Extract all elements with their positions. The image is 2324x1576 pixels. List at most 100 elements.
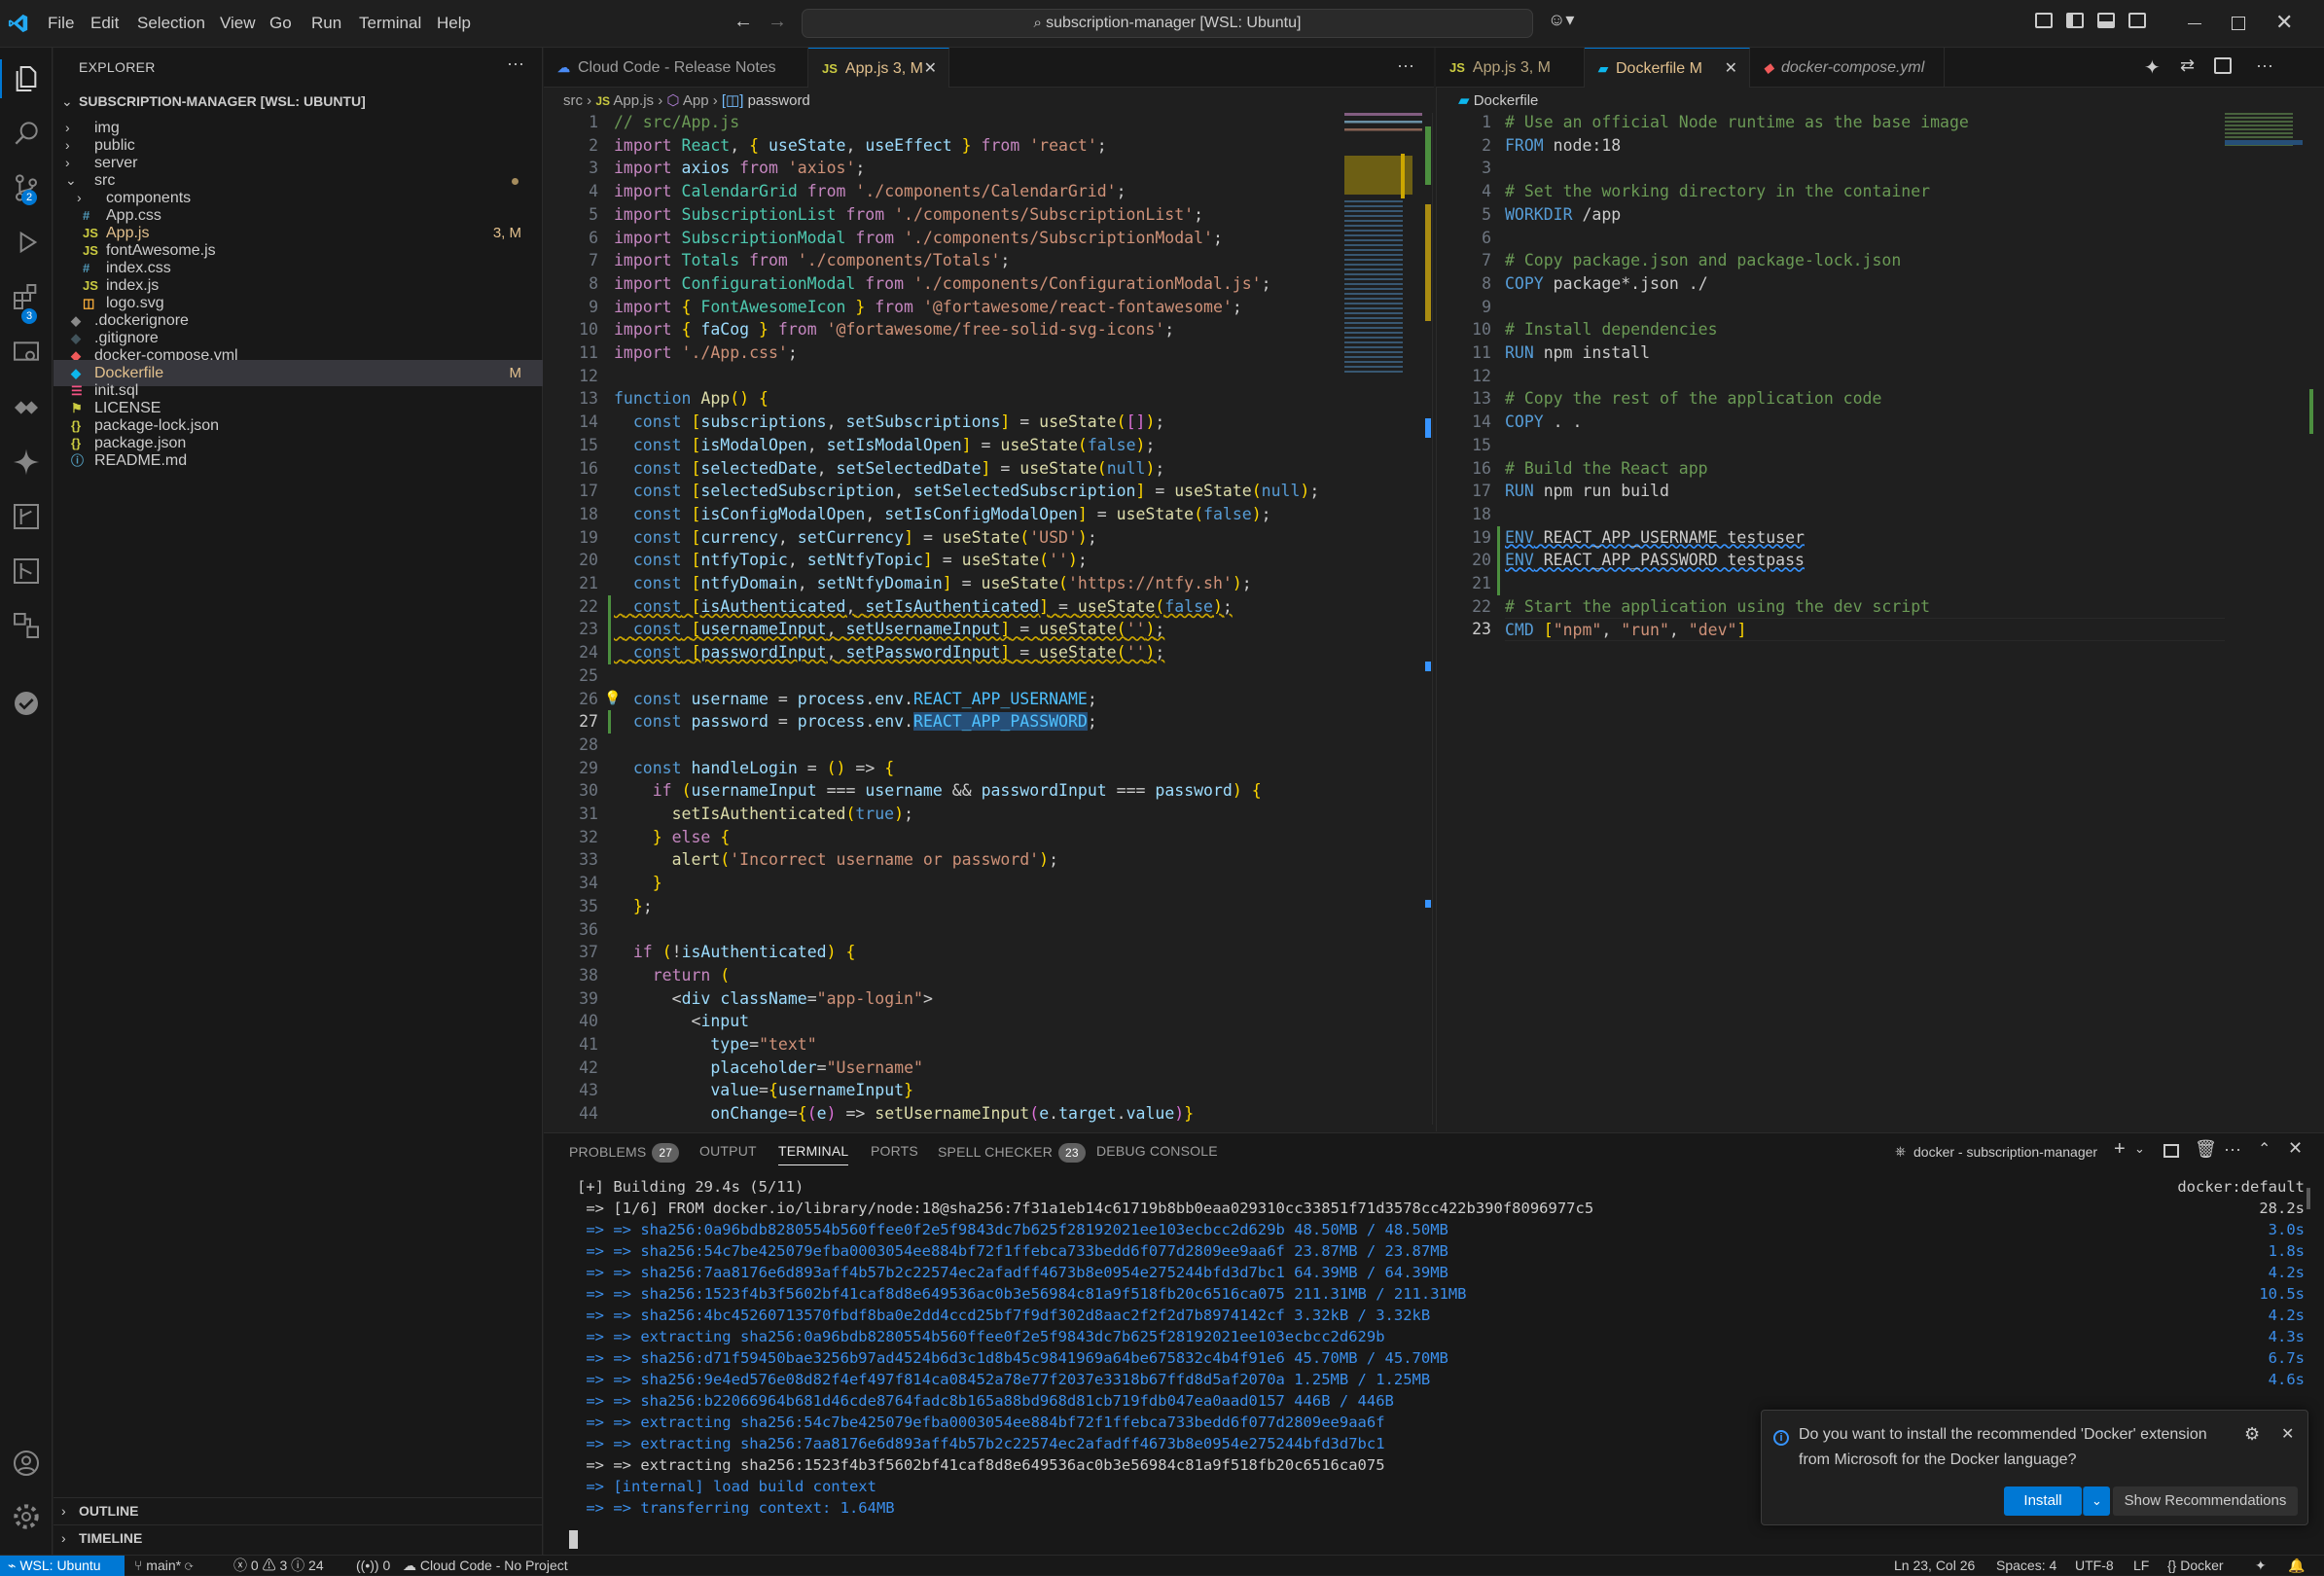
lightbulb-icon[interactable]: 💡 [604, 688, 621, 711]
minimize-icon[interactable] [2188, 23, 2201, 24]
menu-go[interactable]: Go [269, 14, 292, 33]
ports-status[interactable]: ((•)) 0 [356, 1556, 390, 1576]
breadcrumb-item[interactable]: App.js [613, 92, 654, 109]
dockerfile-editor[interactable]: ▰ Dockerfile 1 # Use an official Node run… [1436, 88, 2324, 1131]
code-line[interactable]: # Copy the rest of the application code [1505, 387, 1881, 411]
breadcrumb-item[interactable]: App [683, 92, 709, 109]
code-line[interactable]: import React, { useState, useEffect } fr… [614, 134, 1107, 158]
minimap[interactable] [2225, 113, 2312, 1125]
docker-icon[interactable] [11, 392, 42, 423]
code-line[interactable]: import { FontAwesomeIcon } from '@fortaw… [614, 296, 1242, 319]
code-line[interactable]: } else { [614, 826, 731, 849]
code-line[interactable]: import ConfigurationModal from './compon… [614, 272, 1271, 296]
testing-icon[interactable] [11, 688, 42, 719]
code-area[interactable]: 1 # Use an official Node runtime as the b… [1437, 111, 2225, 1128]
code-line[interactable]: FROM node:18 [1505, 134, 1621, 158]
code-line[interactable]: import axios from 'axios'; [614, 157, 865, 180]
code-line[interactable]: if (usernameInput === username && passwo… [614, 779, 1262, 803]
code-line[interactable]: if (!isAuthenticated) { [614, 941, 856, 964]
branch-status[interactable]: ⑂ main* ⟳ [134, 1556, 193, 1576]
outline-section[interactable]: › OUTLINE [54, 1497, 543, 1523]
language-mode[interactable]: {} Docker [2167, 1556, 2224, 1576]
code-line[interactable]: <div className="app-login"> [614, 987, 933, 1011]
code-line[interactable]: RUN npm run build [1505, 480, 1669, 503]
workspace-root[interactable]: ⌄ SUBSCRIPTION-MANAGER [WSL: UBUNTU] [54, 89, 543, 115]
install-options-button[interactable]: ⌄ [2083, 1486, 2110, 1516]
code-line[interactable]: const username = process.env.REACT_APP_U… [614, 688, 1097, 711]
code-line[interactable]: # Set the working directory in the conta… [1505, 180, 1930, 203]
git-lens-icon[interactable] [11, 555, 42, 587]
command-center[interactable]: ⌕ subscription-manager [WSL: Ubuntu] [802, 9, 1533, 38]
code-line[interactable]: const [usernameInput, setUsernameInput] … [614, 618, 1164, 641]
encoding[interactable]: UTF-8 [2075, 1556, 2114, 1576]
code-line[interactable]: const [selectedDate, setSelectedDate] = … [614, 457, 1164, 481]
menu-view[interactable]: View [220, 14, 256, 33]
code-line[interactable]: import './App.css'; [614, 341, 798, 365]
copilot-icon[interactable]: ☺▾ [1548, 10, 1574, 30]
code-line[interactable]: }; [614, 895, 653, 918]
menu-run[interactable]: Run [311, 14, 341, 33]
code-line[interactable]: RUN npm install [1505, 341, 1650, 365]
code-line[interactable]: import SubscriptionList from './componen… [614, 203, 1203, 227]
code-line[interactable]: WORKDIR /app [1505, 203, 1621, 227]
minimap[interactable] [1344, 113, 1432, 1125]
account-icon[interactable] [11, 1448, 42, 1479]
remote-explorer-icon[interactable] [11, 338, 42, 369]
customize-layout-icon[interactable] [2035, 13, 2053, 28]
gemini-icon[interactable] [11, 447, 42, 478]
terminal-scrollbar[interactable] [2306, 1188, 2310, 1209]
code-line[interactable]: const [ntfyDomain, setNtfyDomain] = useS… [614, 572, 1252, 595]
breadcrumb-item[interactable]: password [748, 92, 810, 109]
code-line[interactable]: // src/App.js [614, 111, 739, 134]
code-line[interactable]: function App() { [614, 387, 769, 411]
tab-app-js[interactable]: JS App.js 3, M ✕ [808, 48, 949, 88]
code-line[interactable]: const [isAuthenticated, setIsAuthenticat… [614, 595, 1233, 619]
code-line[interactable]: const [isConfigModalOpen, setIsConfigMod… [614, 503, 1271, 526]
code-line[interactable]: } [614, 872, 662, 895]
menu-terminal[interactable]: Terminal [359, 14, 421, 33]
code-line[interactable]: const [selectedSubscription, setSelected… [614, 480, 1319, 503]
breadcrumb-item[interactable]: src [563, 92, 583, 109]
app-js-editor[interactable]: src › JS App.js › ⬡ App › [◫] password 1… [544, 88, 1434, 1131]
cloud-code-icon[interactable] [11, 610, 42, 641]
cloud-code-status[interactable]: ☁ Cloud Code - No Project [403, 1556, 568, 1576]
code-line[interactable]: const [isModalOpen, setIsModalOpen] = us… [614, 434, 1156, 457]
back-arrow-icon[interactable]: ← [733, 11, 753, 33]
tab-cloud-code-release-notes[interactable]: ☁ Cloud Code - Release Notes [544, 48, 808, 88]
menu-edit[interactable]: Edit [90, 14, 119, 33]
code-line[interactable]: ENV REACT_APP_USERNAME testuser [1505, 526, 1805, 550]
menu-help[interactable]: Help [437, 14, 471, 33]
maximize-icon[interactable] [2232, 17, 2245, 30]
code-line[interactable]: import Totals from './components/Totals'… [614, 249, 1010, 272]
code-line[interactable]: import { faCog } from '@fortawesome/free… [614, 318, 1174, 341]
indentation[interactable]: Spaces: 4 [1996, 1556, 2056, 1576]
problems-status[interactable]: ⓧ 0 ⚠ 3 ⓘ 24 [233, 1556, 324, 1576]
code-line[interactable]: const [ntfyTopic, setNtfyTopic] = useSta… [614, 549, 1088, 572]
code-line[interactable]: COPY . . [1505, 411, 1583, 434]
code-line[interactable]: ENV REACT_APP_PASSWORD testpass [1505, 549, 1805, 572]
menu-selection[interactable]: Selection [137, 14, 205, 33]
tree-item-readme-md[interactable]: ⓘ README.md [54, 448, 543, 474]
extensions-icon[interactable] [11, 281, 42, 312]
search-icon[interactable] [11, 118, 42, 149]
forward-arrow-icon[interactable]: → [768, 11, 787, 33]
copilot-sparkle-icon[interactable]: ✦ [2144, 55, 2161, 80]
code-line[interactable]: const [passwordInput, setPasswordInput] … [614, 641, 1164, 664]
code-line[interactable]: type="text" [614, 1033, 816, 1057]
copilot-status-icon[interactable]: ✦ [2255, 1556, 2267, 1576]
code-line[interactable]: placeholder="Username" [614, 1057, 923, 1080]
more-actions-icon[interactable]: ··· [1397, 55, 1414, 76]
more-actions-icon[interactable]: ··· [2256, 55, 2273, 76]
code-line[interactable]: const [currency, setCurrency] = useState… [614, 526, 1097, 550]
run-debug-icon[interactable] [11, 227, 42, 258]
code-area[interactable]: 1 // src/App.js 2 import React, { useState,… [544, 111, 1341, 1128]
code-line[interactable]: # Start the application using the dev sc… [1505, 595, 1930, 619]
tab-dockerfile[interactable]: ▰ Dockerfile M ✕ [1585, 48, 1750, 88]
code-line[interactable]: COPY package*.json ./ [1505, 272, 1708, 296]
breadcrumb-item[interactable]: Dockerfile [1474, 92, 1539, 109]
cursor-position[interactable]: Ln 23, Col 26 [1894, 1556, 1975, 1576]
code-line[interactable]: alert('Incorrect username or password'); [614, 848, 1058, 872]
code-line[interactable]: # Install dependencies [1505, 318, 1718, 341]
install-button[interactable]: Install [2004, 1486, 2082, 1516]
code-line[interactable]: const handleLogin = () => { [614, 757, 894, 780]
